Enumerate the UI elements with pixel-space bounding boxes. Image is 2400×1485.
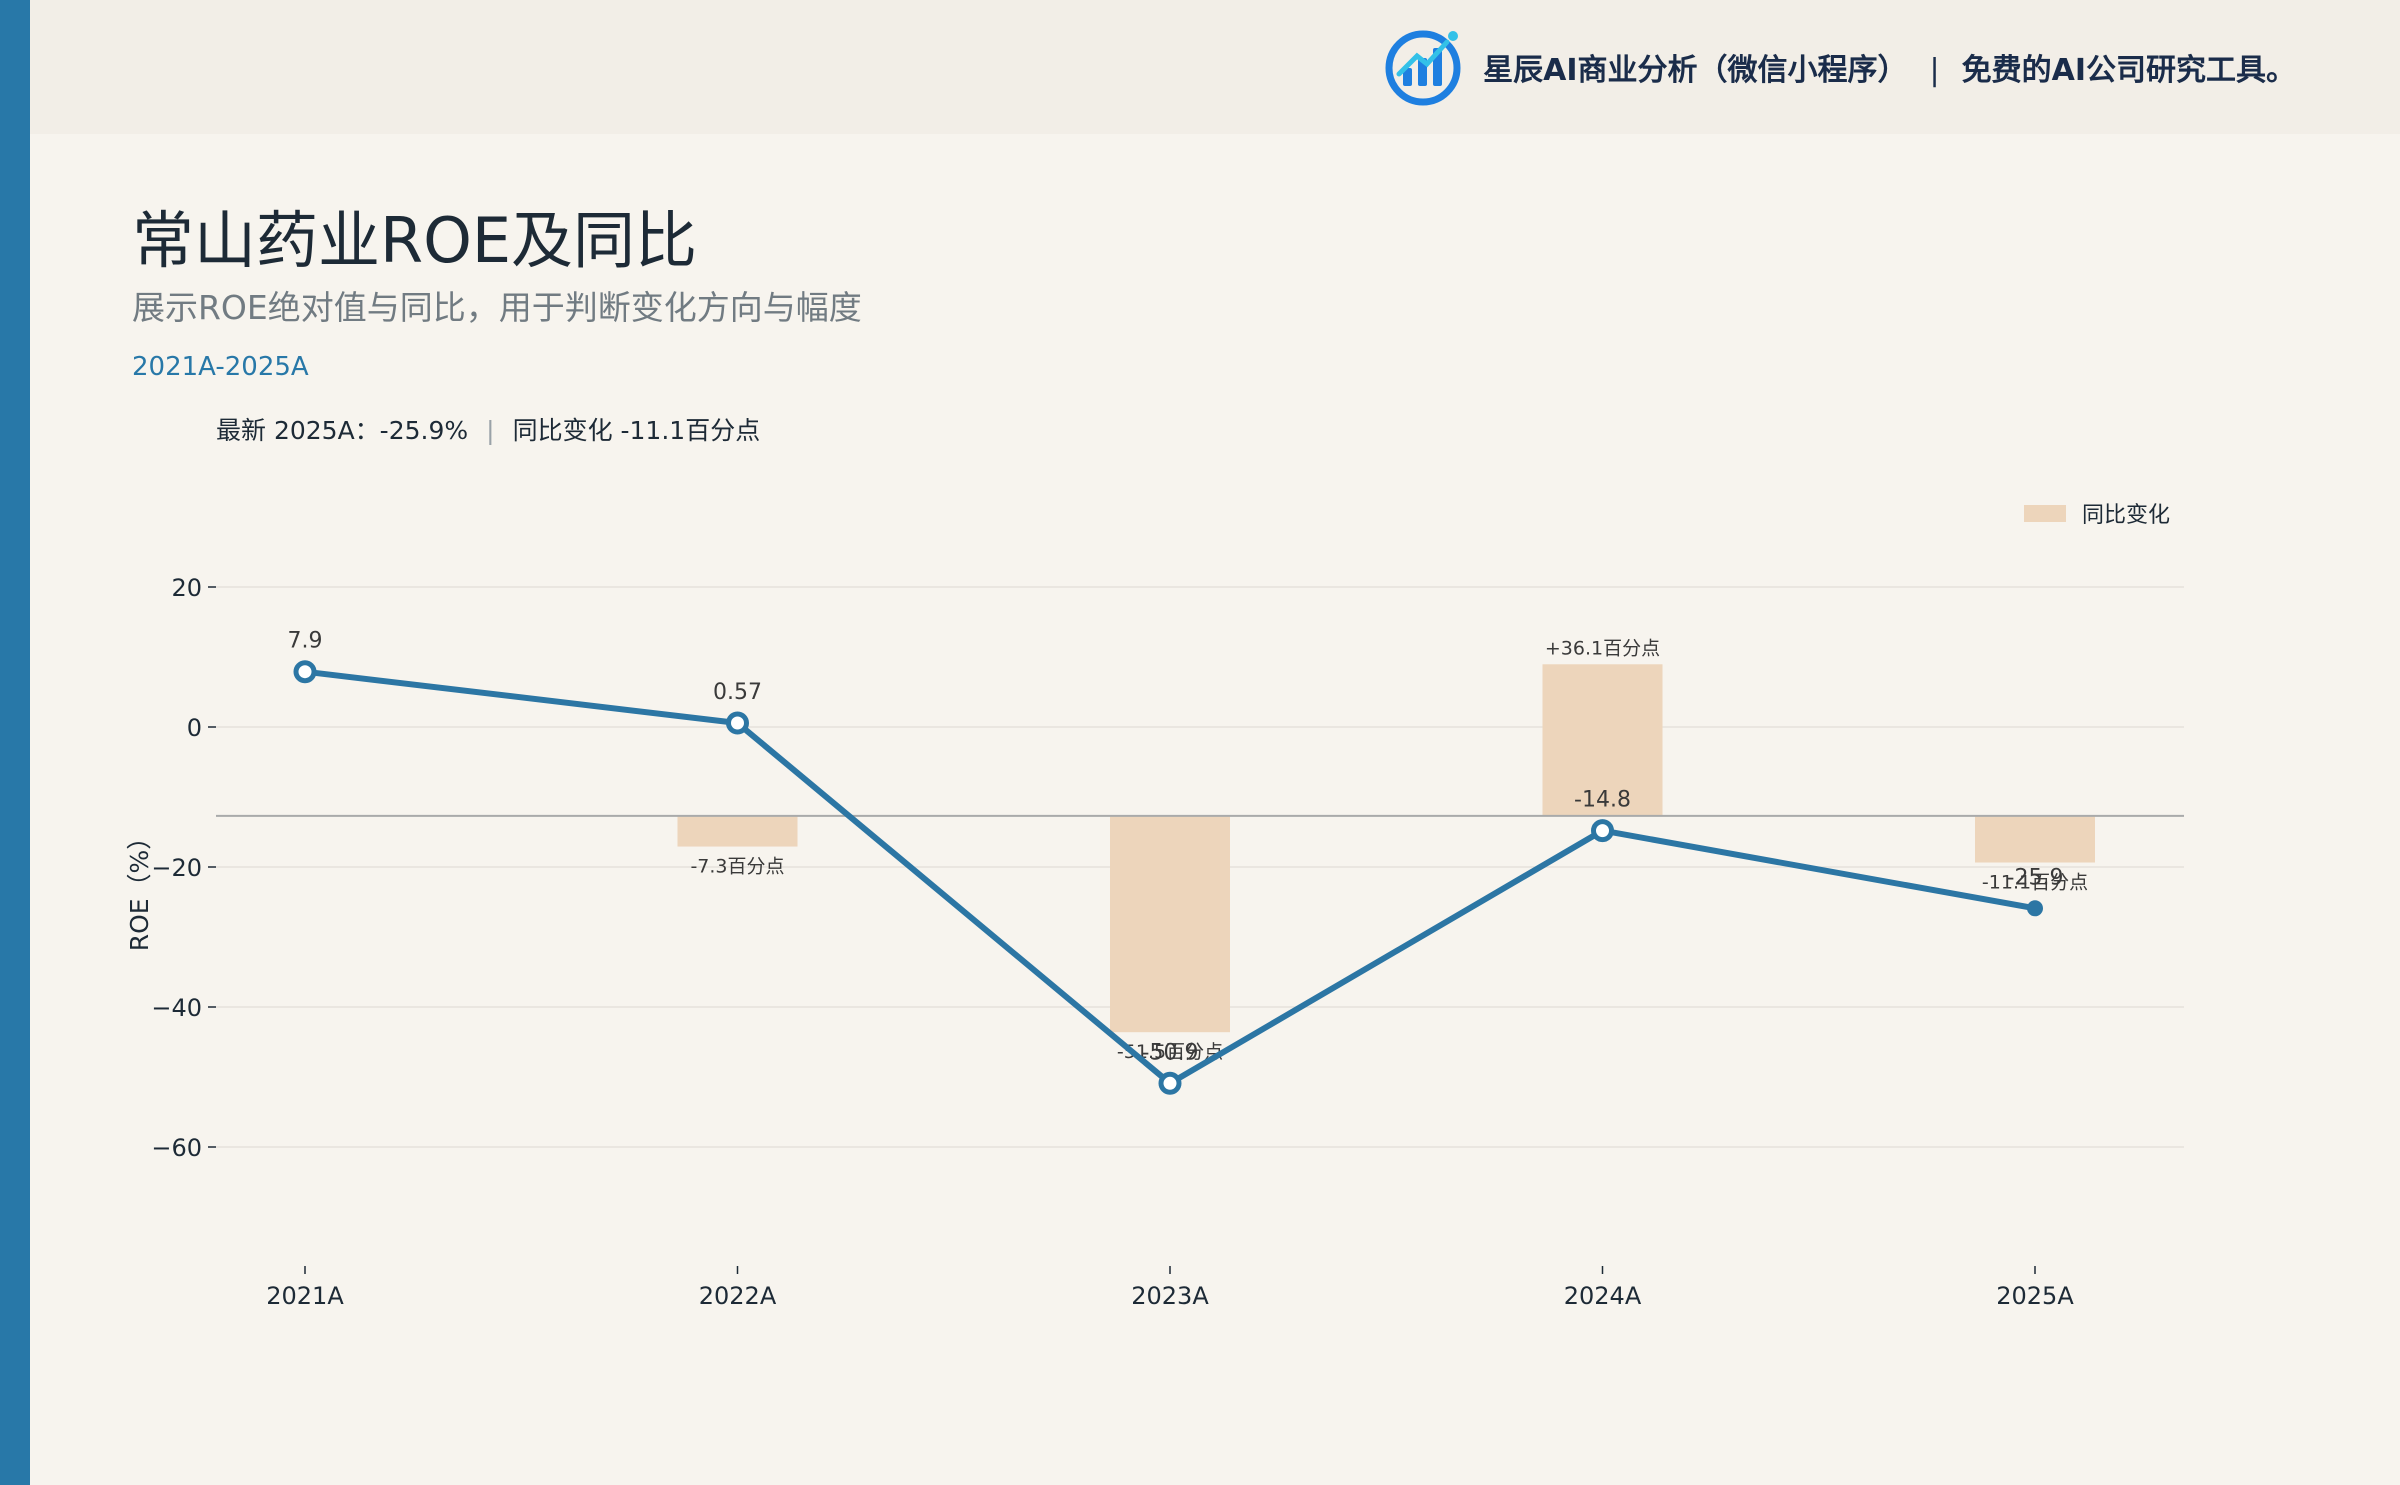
yoy-bar-label: -7.3百分点 [690,856,784,878]
y-tick-label: −20 [151,854,202,882]
roe-value-label: -14.8 [1574,788,1631,813]
y-tick-label: −40 [151,994,202,1022]
roe-chart: 200−20−40−60ROE（%） -7.3百分点-51.5百分点+36.1百分… [125,503,2184,1310]
roe-point [1158,1071,1182,1095]
yoy-bar [1975,815,2095,863]
yoy-bar-label: +36.1百分点 [1545,637,1660,659]
roe-value-label: 0.57 [713,680,762,705]
roe-value-label: -25.9 [2007,865,2064,890]
roe-value-label: -50.9 [1142,1040,1199,1065]
y-tick-label: 20 [171,574,202,602]
yoy-bar [677,815,798,847]
yoy-bar [1110,815,1230,1033]
legend-label: 同比变化 [2082,503,2170,528]
legend-swatch [2024,505,2066,522]
x-tick-label: 2025A [1996,1282,2074,1310]
roe-point [293,660,317,684]
y-axis-label: ROE（%） [125,825,154,952]
roe-value-label: 7.9 [288,629,323,654]
x-tick-label: 2023A [1131,1282,1209,1310]
y-tick-label: −60 [151,1134,202,1162]
x-tick-label: 2024A [1564,1282,1642,1310]
roe-point [1591,819,1614,843]
roe-point [726,711,749,735]
x-tick-label: 2021A [266,1282,344,1310]
roe-point [2027,900,2043,917]
y-tick-label: 0 [187,714,202,742]
x-tick-label: 2022A [699,1282,777,1310]
